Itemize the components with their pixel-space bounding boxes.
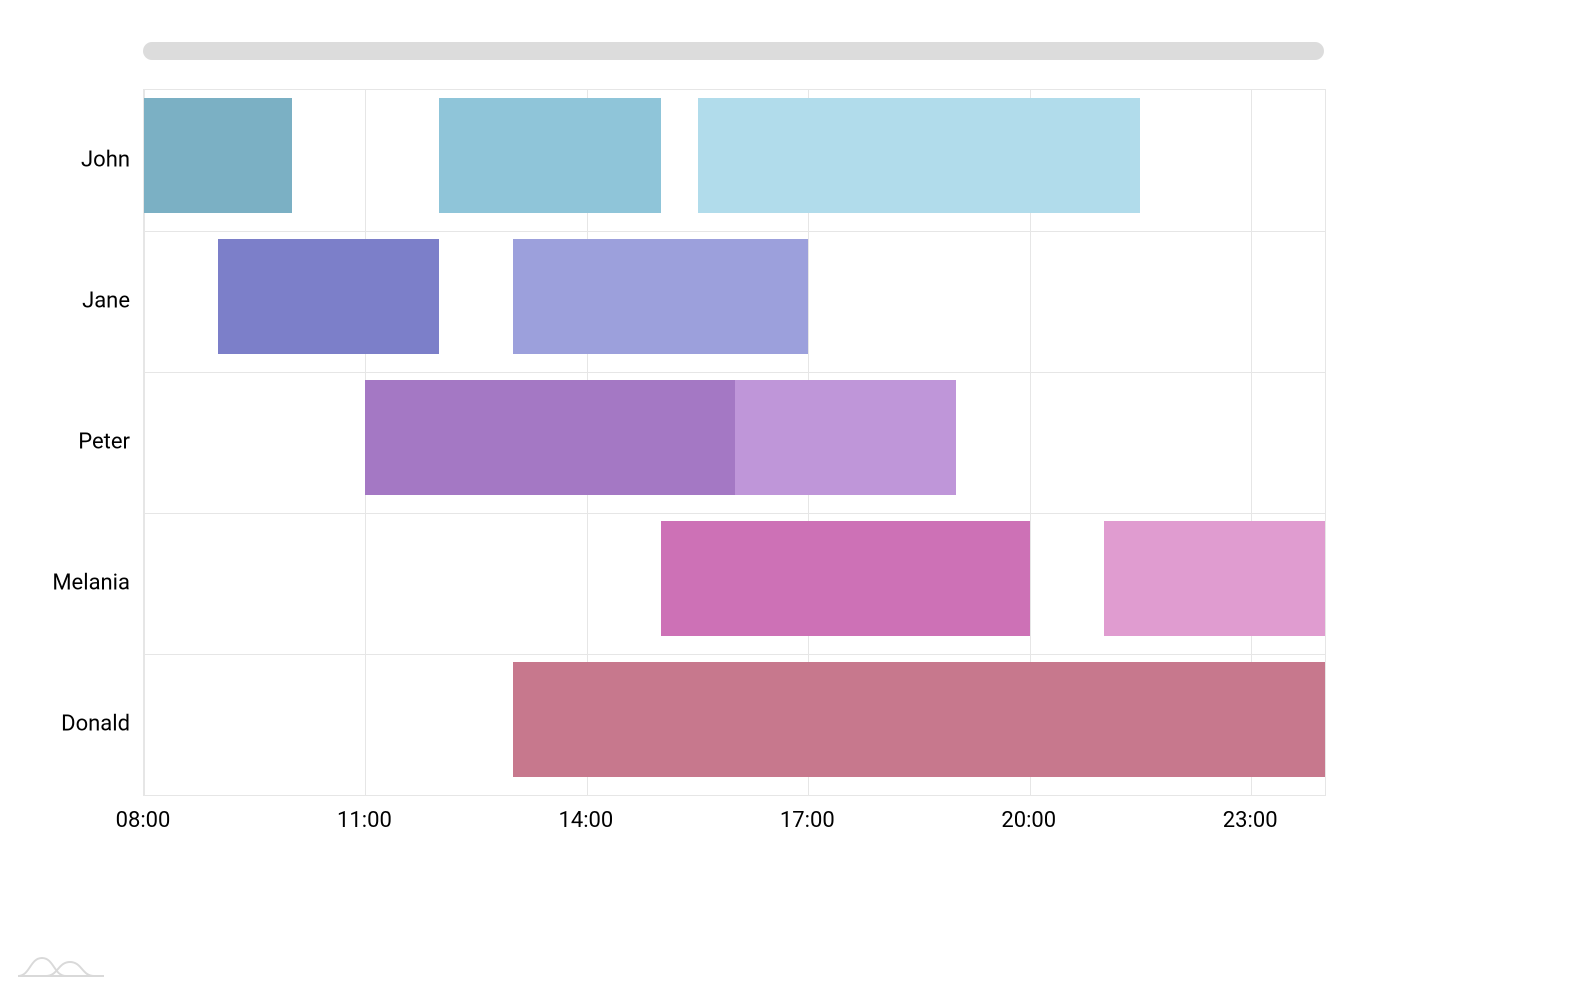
x-axis-tick-label: 08:00 [116, 808, 171, 833]
y-axis-category-label: Melania [52, 570, 130, 595]
x-axis-tick-label: 23:00 [1223, 808, 1278, 833]
gridline-horizontal [144, 372, 1325, 373]
x-axis-tick-label: 20:00 [1001, 808, 1056, 833]
horizontal-scrollbar[interactable] [143, 42, 1324, 60]
gantt-bar[interactable] [1104, 521, 1325, 636]
y-axis-category-label: Peter [78, 429, 130, 454]
y-axis-category-label: Donald [61, 711, 130, 736]
x-axis-tick-label: 14:00 [558, 808, 613, 833]
gridline-horizontal [144, 654, 1325, 655]
gantt-bar[interactable] [218, 239, 439, 354]
gantt-bar[interactable] [513, 662, 1325, 777]
x-axis-tick-label: 17:00 [780, 808, 835, 833]
gantt-bar[interactable] [661, 521, 1030, 636]
gridline-horizontal [144, 231, 1325, 232]
plot-area[interactable] [143, 89, 1326, 796]
gantt-bar[interactable] [365, 380, 734, 495]
gridline-horizontal [144, 513, 1325, 514]
gantt-bar[interactable] [698, 98, 1141, 213]
y-axis-category-label: Jane [82, 288, 130, 313]
x-axis-tick-label: 11:00 [337, 808, 392, 833]
gantt-bar[interactable] [144, 98, 292, 213]
amcharts-logo-icon [16, 952, 106, 984]
y-axis-category-label: John [81, 147, 130, 172]
gantt-bar[interactable] [735, 380, 956, 495]
gantt-bar[interactable] [439, 98, 660, 213]
gantt-bar[interactable] [513, 239, 808, 354]
